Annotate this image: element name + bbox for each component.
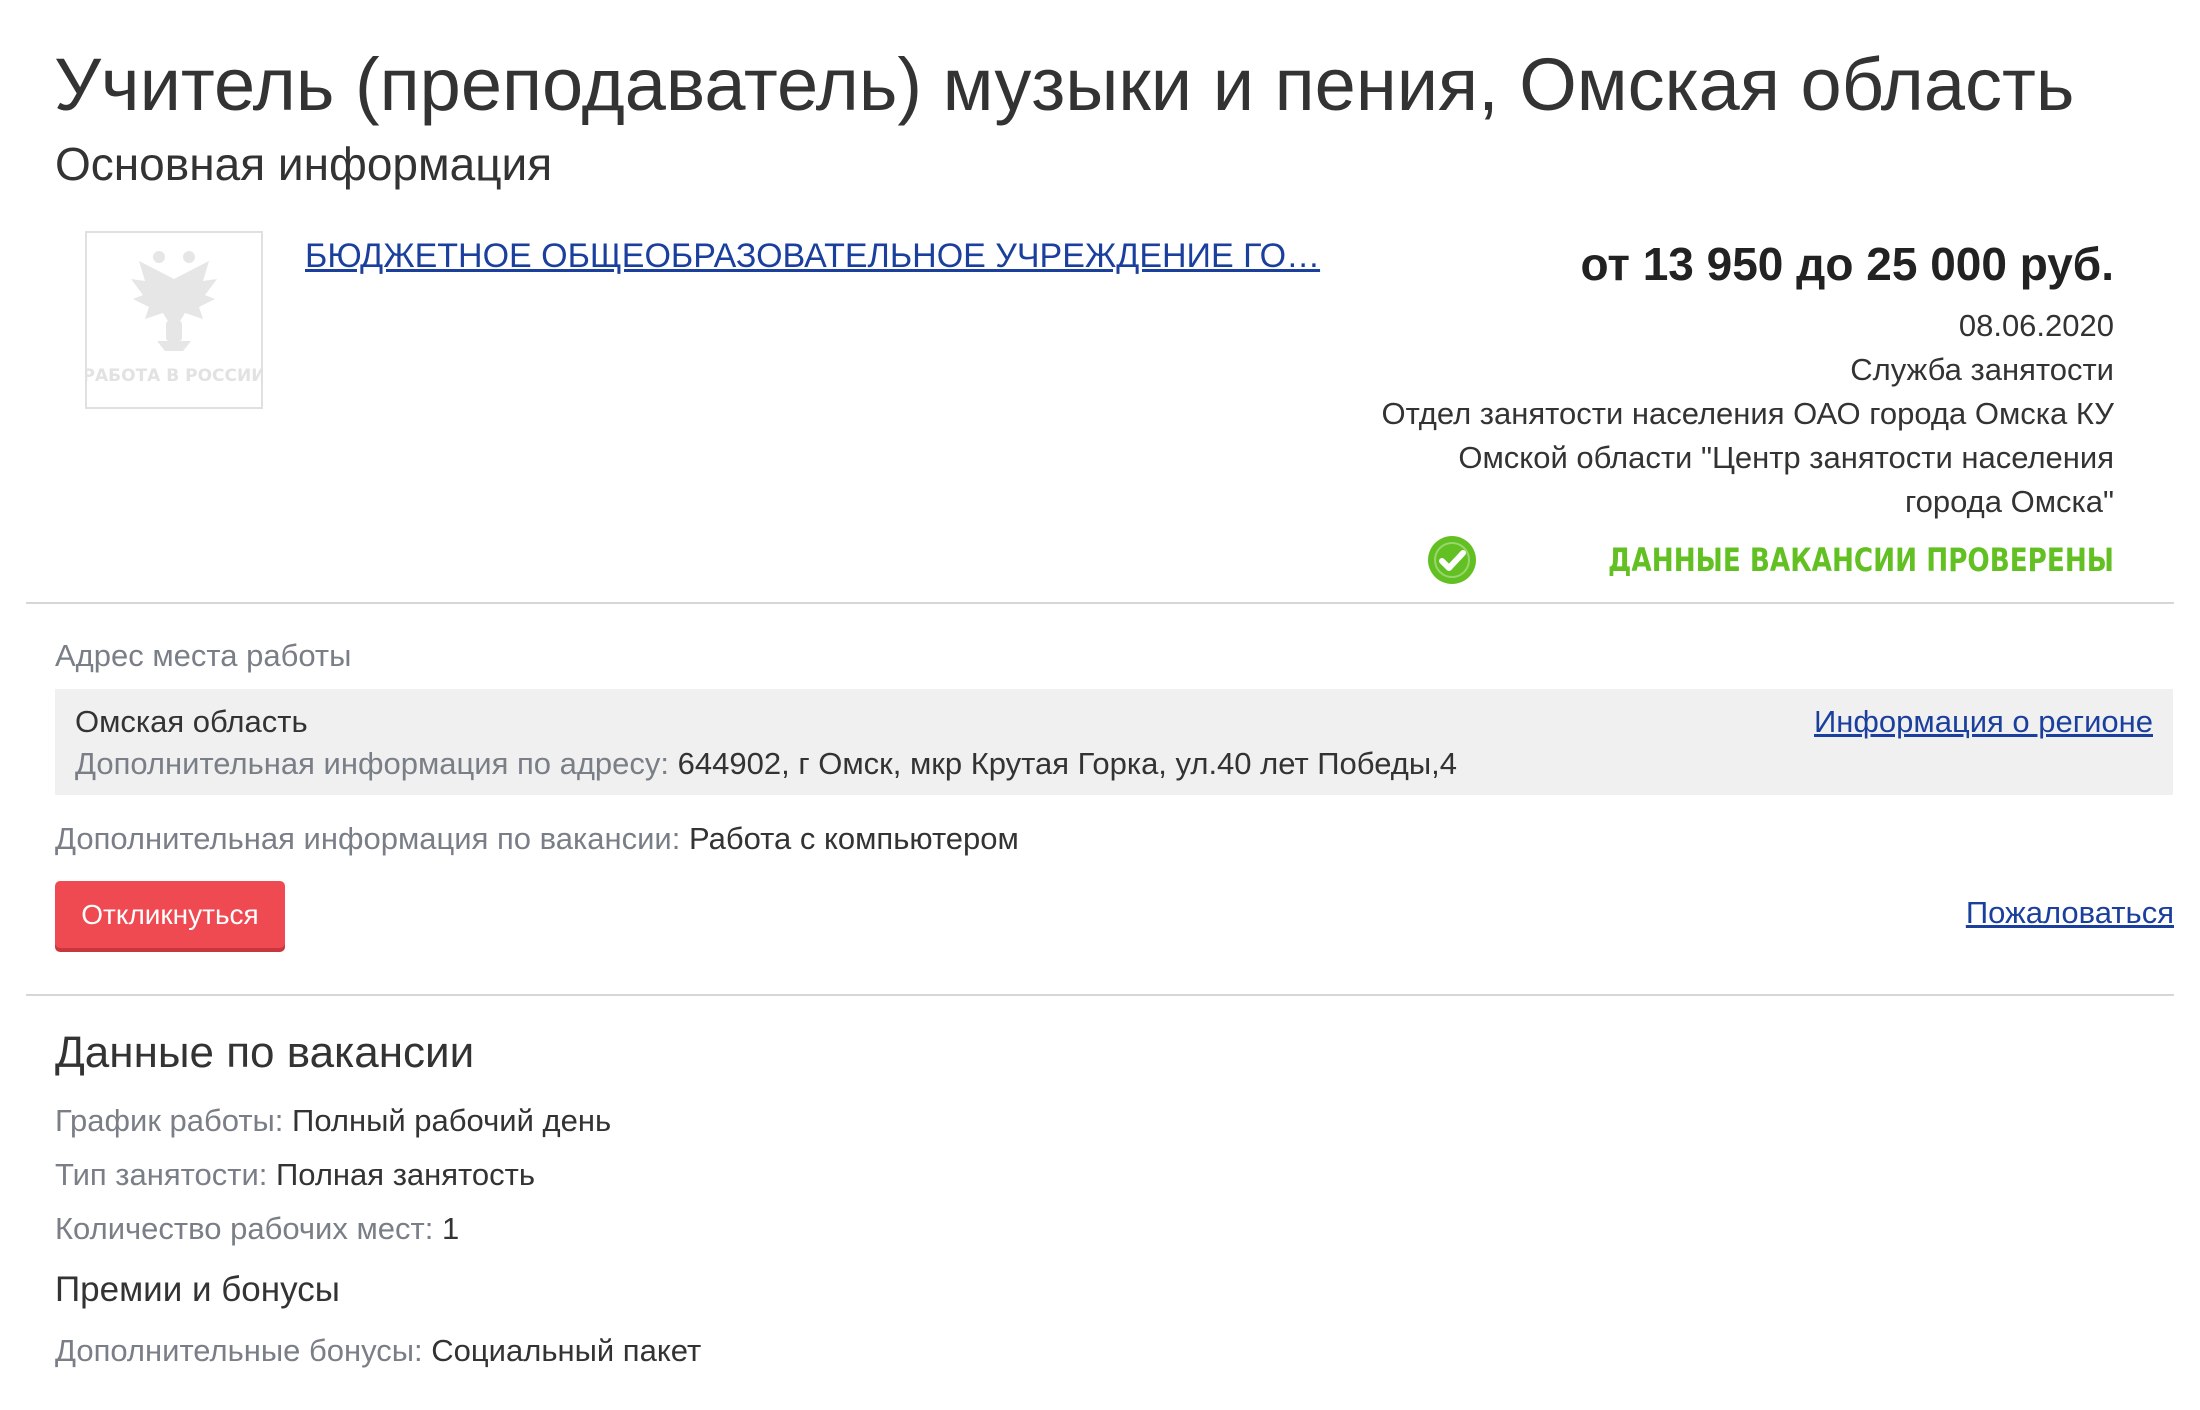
page-title: Учитель (преподаватель) музыки и пения, … xyxy=(54,43,2075,126)
employment-type-label: Тип занятости: xyxy=(55,1157,268,1192)
address-region: Омская область xyxy=(75,704,308,739)
extra-bonuses-value: Социальный пакет xyxy=(431,1333,702,1368)
employment-type-value: Полная занятость xyxy=(276,1157,535,1192)
vacancy-extra-label: Дополнительная информация по вакансии: xyxy=(55,821,681,856)
respond-button[interactable]: Откликнуться xyxy=(55,881,285,948)
section-title: Основная информация xyxy=(55,138,553,190)
check-circle-icon xyxy=(1428,536,1477,584)
extra-bonuses-label: Дополнительные бонусы: xyxy=(55,1333,423,1368)
positions-value: 1 xyxy=(441,1211,460,1246)
schedule-label: График работы: xyxy=(55,1103,284,1138)
verified-text: ДАННЫЕ ВАКАНСИИ ПРОВЕРЕНЫ xyxy=(1608,541,2114,579)
vacancy-extra-info: Дополнительная информация по вакансии: Р… xyxy=(55,818,1019,860)
extra-bonuses-field: Дополнительные бонусы: Социальный пакет xyxy=(55,1330,701,1372)
divider xyxy=(26,602,2174,604)
source-type: Служба занятости xyxy=(1850,352,2114,387)
employer-name-link[interactable]: БЮДЖЕТНОЕ ОБЩЕОБРАЗОВАТЕЛЬНОЕ УЧРЕЖДЕНИЕ… xyxy=(305,234,1385,278)
address-extra-info: Дополнительная информация по адресу: 644… xyxy=(75,743,1457,785)
logo-text: РАБОТА В РОССИИ xyxy=(87,366,261,386)
schedule-field: График работы: Полный рабочий день xyxy=(55,1100,611,1142)
work-in-russia-emblem-icon: РАБОТА В РОССИИ xyxy=(87,251,261,386)
vacancy-extra-value: Работа с компьютером xyxy=(688,821,1019,856)
address-label: Адрес места работы xyxy=(55,638,352,673)
divider xyxy=(26,994,2174,996)
positions-label: Количество рабочих мест: xyxy=(55,1211,434,1246)
vacancy-summary: от 13 950 до 25 000 руб. 08.06.2020 Служ… xyxy=(1354,236,2114,524)
region-info-link[interactable]: Информация о регионе xyxy=(1814,701,2153,743)
address-box: Омская область Дополнительная информация… xyxy=(55,689,2173,795)
salary: от 13 950 до 25 000 руб. xyxy=(1580,238,2114,290)
employment-type-field: Тип занятости: Полная занятость xyxy=(55,1154,535,1196)
source-organization: Отдел занятости населения ОАО города Омс… xyxy=(1381,396,2114,519)
publication-date: 08.06.2020 xyxy=(1958,308,2114,343)
address-extra-label: Дополнительная информация по адресу: xyxy=(75,746,670,781)
vacancy-data-title: Данные по вакансии xyxy=(55,1028,475,1077)
employer-logo: РАБОТА В РОССИИ xyxy=(85,231,263,409)
address-extra-value: 644902, г Омск, мкр Крутая Горка, ул.40 … xyxy=(677,746,1457,781)
complain-link[interactable]: Пожаловаться xyxy=(1966,892,2174,934)
schedule-value: Полный рабочий день xyxy=(292,1103,612,1138)
positions-field: Количество рабочих мест: 1 xyxy=(55,1208,459,1250)
verified-badge: ДАННЫЕ ВАКАНСИИ ПРОВЕРЕНЫ xyxy=(1427,533,2114,587)
bonuses-title: Премии и бонусы xyxy=(55,1270,340,1309)
